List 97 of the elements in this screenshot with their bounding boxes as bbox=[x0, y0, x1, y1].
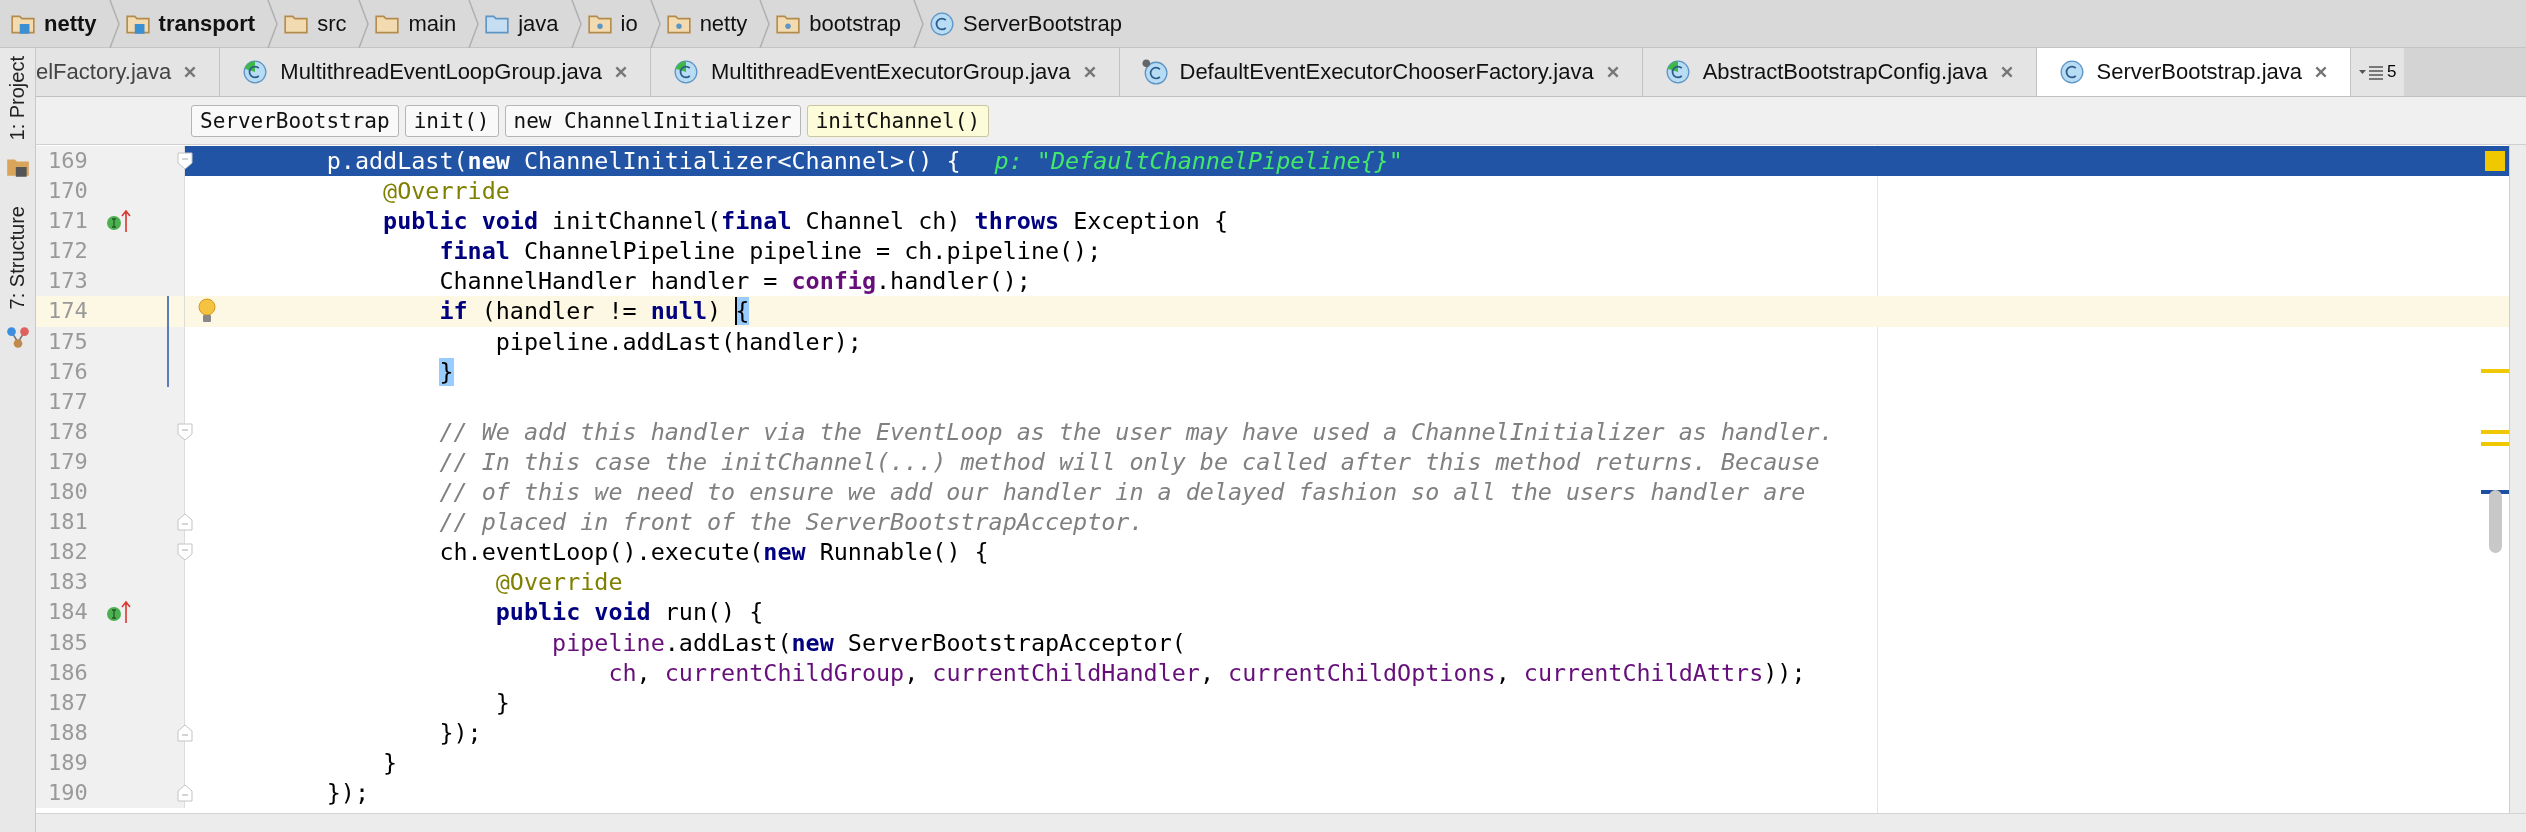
warning-stripe-mark[interactable] bbox=[2481, 430, 2509, 434]
breadcrumb-item[interactable]: io bbox=[582, 0, 662, 47]
tab-overflow-button[interactable]: 5 bbox=[2351, 48, 2405, 96]
chevron-icon bbox=[108, 0, 121, 48]
line-number: 175 bbox=[47, 327, 89, 356]
class-icon bbox=[672, 59, 699, 85]
code-line: // We add this handler via the EventLoop as the user may have used a ChannelInitializer as handler. bbox=[439, 417, 1834, 446]
code-line: ch, currentChildGroup, currentChildHandler, currentChildOptions, currentChildAttrs)); bbox=[608, 658, 1806, 687]
line-number: 176 bbox=[47, 357, 89, 386]
line-number: 178 bbox=[47, 417, 89, 446]
line-number: 182 bbox=[47, 538, 89, 567]
line-number: 180 bbox=[47, 478, 89, 507]
tool-window-button[interactable]: 1: Project bbox=[4, 56, 31, 181]
line-number: 169 bbox=[47, 147, 89, 175]
editor-tab[interactable]: MultithreadEventExecutorGroup.java bbox=[650, 48, 1120, 96]
close-icon[interactable] bbox=[613, 65, 628, 79]
code-line: }); bbox=[439, 718, 482, 747]
close-icon[interactable] bbox=[2314, 65, 2328, 79]
line-number: 188 bbox=[47, 718, 89, 747]
code-line: ChannelHandler handler = config.handler(); bbox=[439, 267, 1031, 296]
class-icon bbox=[929, 10, 956, 37]
line-number: 170 bbox=[47, 177, 89, 206]
code-line: public void run() { bbox=[495, 598, 764, 627]
close-icon[interactable] bbox=[1605, 65, 1620, 79]
warning-status-icon[interactable] bbox=[2485, 151, 2505, 171]
line-number: 173 bbox=[47, 267, 89, 296]
code-line: final ChannelPipeline pipeline = ch.pipeline(); bbox=[439, 237, 1102, 266]
structure-crumb[interactable]: initChannel() bbox=[806, 104, 990, 137]
line-number: 183 bbox=[47, 568, 89, 597]
code-line: } bbox=[383, 748, 398, 777]
change-marker[interactable] bbox=[167, 296, 169, 327]
horizontal-scrollbar[interactable] bbox=[36, 813, 2526, 832]
line-number: 174 bbox=[47, 297, 89, 326]
breadcrumb-item[interactable]: netty bbox=[661, 0, 772, 47]
lightbulb-icon[interactable] bbox=[197, 298, 217, 325]
warning-stripe-mark[interactable] bbox=[2481, 369, 2509, 373]
chevron-icon bbox=[649, 0, 662, 48]
change-marker[interactable] bbox=[167, 326, 169, 357]
code-line: @Override bbox=[383, 177, 510, 206]
line-number: 187 bbox=[47, 688, 89, 717]
close-icon[interactable] bbox=[1999, 65, 2014, 79]
chevron-icon bbox=[358, 0, 371, 48]
breadcrumb-item[interactable]: main bbox=[370, 0, 481, 47]
editor-tab[interactable]: DefaultEventExecutorChooserFactory.java bbox=[1119, 48, 1643, 96]
chevron-icon bbox=[759, 0, 772, 48]
class-icon bbox=[242, 59, 269, 85]
scrollbar-thumb[interactable] bbox=[2489, 490, 2502, 553]
code-line: // placed in front of the ServerBootstrapAcceptor. bbox=[439, 508, 1144, 537]
list-icon bbox=[2359, 64, 2385, 80]
editor-tab[interactable]: AbstractBootstrapConfig.java bbox=[1642, 48, 2037, 96]
tool-window-button[interactable]: 7: Structure bbox=[4, 206, 31, 350]
breadcrumb-item[interactable]: ServerBootstrap bbox=[925, 0, 1123, 47]
breadcrumb-item[interactable]: java bbox=[480, 0, 583, 47]
close-icon[interactable] bbox=[1082, 65, 1097, 79]
code-line: // In this case the initChannel(...) method will only be called after this method returns. Because bbox=[439, 447, 1820, 476]
chevron-icon bbox=[267, 0, 280, 48]
class-icon bbox=[2058, 59, 2085, 85]
change-marker[interactable] bbox=[167, 356, 169, 387]
editor-tab[interactable]: ServerBootstrap.java bbox=[2036, 48, 2351, 96]
warning-stripe-mark[interactable] bbox=[2481, 442, 2509, 446]
code-line: } bbox=[495, 688, 510, 717]
close-icon[interactable] bbox=[183, 65, 198, 79]
structure-crumb[interactable]: init() bbox=[404, 104, 499, 137]
code-line: @Override bbox=[495, 568, 623, 597]
line-number: 184 bbox=[47, 598, 89, 627]
class-icon bbox=[1664, 59, 1691, 85]
line-number: 172 bbox=[47, 237, 89, 266]
class-icon bbox=[1141, 59, 1168, 85]
line-number: 190 bbox=[47, 778, 89, 807]
editor-tab[interactable]: MultithreadEventLoopGroup.java bbox=[220, 48, 651, 96]
code-line: if (handler != null) { bbox=[439, 297, 750, 326]
fold-icon[interactable] bbox=[177, 152, 193, 170]
inline-value-hint: p: "DefaultChannelPipeline{}" bbox=[993, 147, 1403, 175]
implements-icon[interactable] bbox=[106, 599, 132, 626]
chevron-icon bbox=[570, 0, 583, 48]
code-line: // of this we need to ensure we add our handler in a delayed fashion so all the users handler are bbox=[439, 478, 1806, 507]
line-number: 186 bbox=[47, 658, 89, 687]
editor-tab[interactable]: elFactory.java bbox=[36, 48, 221, 96]
line-number: 189 bbox=[47, 748, 89, 777]
line-number: 177 bbox=[47, 387, 89, 416]
structure-crumb[interactable]: new ChannelInitializer bbox=[504, 104, 801, 137]
line-number: 179 bbox=[47, 447, 89, 476]
breadcrumb-item[interactable]: src bbox=[279, 0, 371, 47]
code-line: public void initChannel(final Channel ch) throws Exception { bbox=[383, 207, 1229, 236]
line-number: 171 bbox=[47, 207, 89, 236]
implements-icon[interactable] bbox=[106, 208, 132, 235]
code-line: pipeline.addLast(new ServerBootstrapAcceptor( bbox=[552, 628, 1186, 657]
chevron-icon bbox=[913, 0, 926, 48]
line-number: 181 bbox=[47, 508, 89, 537]
structure-crumb[interactable]: ServerBootstrap bbox=[191, 104, 399, 137]
code-line: }); bbox=[326, 778, 369, 807]
code-line: p.addLast(new ChannelInitializer<Channel>() { bbox=[326, 147, 961, 175]
code-line: ch.eventLoop().execute(new Runnable() { bbox=[439, 538, 989, 567]
code-line: pipeline.addLast(handler); bbox=[495, 327, 862, 356]
breadcrumb-item[interactable]: bootstrap bbox=[771, 0, 926, 47]
chevron-icon bbox=[468, 0, 481, 48]
line-number: 185 bbox=[47, 628, 89, 657]
